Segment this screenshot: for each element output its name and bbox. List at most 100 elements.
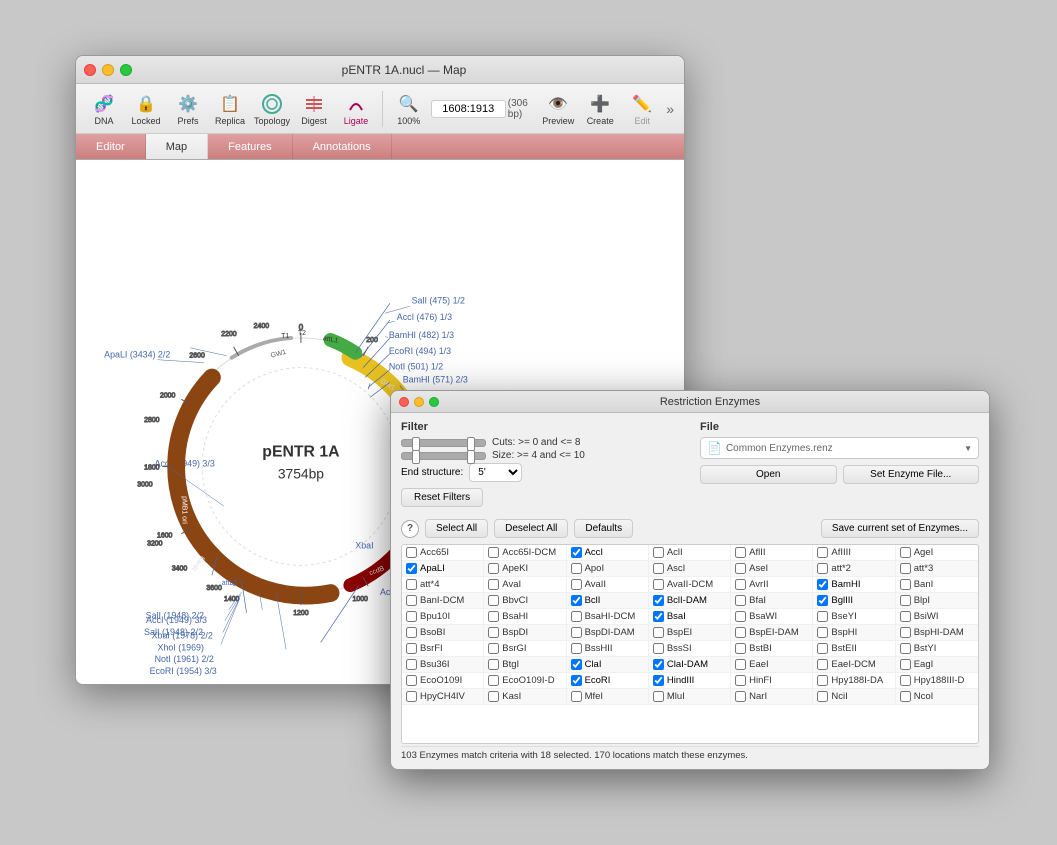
create-button[interactable]: ➕ Create — [580, 90, 620, 128]
enzyme-checkbox-BanI[interactable] — [900, 579, 911, 590]
enzyme-checkbox-MluI[interactable] — [653, 691, 664, 702]
enzyme-checkbox-BsaI[interactable] — [653, 611, 664, 622]
digest-button[interactable]: Digest — [294, 90, 334, 128]
enzyme-checkbox-EaeI-DCM[interactable] — [817, 659, 828, 670]
enzyme-checkbox-ApaLI[interactable] — [406, 563, 417, 574]
enzyme-checkbox-EaeI[interactable] — [735, 659, 746, 670]
enzyme-checkbox-att*3[interactable] — [900, 563, 911, 574]
enzyme-checkbox-att*4[interactable] — [406, 579, 417, 590]
enzyme-checkbox-Hpy188III-D[interactable] — [900, 675, 911, 686]
tab-features[interactable]: Features — [208, 134, 292, 159]
enzyme-checkbox-AvaII-DCM[interactable] — [653, 579, 664, 590]
size-slider[interactable] — [401, 452, 486, 460]
enzyme-checkbox-BsoBI[interactable] — [406, 627, 417, 638]
tab-annotations[interactable]: Annotations — [293, 134, 392, 159]
enzyme-checkbox-AvaII[interactable] — [571, 579, 582, 590]
enzyme-checkbox-BssHII[interactable] — [571, 643, 582, 654]
enzyme-checkbox-NciI[interactable] — [817, 691, 828, 702]
defaults-button[interactable]: Defaults — [574, 519, 633, 538]
enzyme-checkbox-BspHI-DAM[interactable] — [900, 627, 911, 638]
enzyme-checkbox-BstYI[interactable] — [900, 643, 911, 654]
save-set-button[interactable]: Save current set of Enzymes... — [821, 519, 979, 538]
enzyme-checkbox-BglIII[interactable] — [817, 595, 828, 606]
enzyme-checkbox-BclI-DAM[interactable] — [653, 595, 664, 606]
toolbar-overflow[interactable]: » — [664, 99, 676, 119]
replica-button[interactable]: 📋 Replica — [210, 90, 250, 128]
enzyme-checkbox-EcoRI[interactable] — [571, 675, 582, 686]
end-structure-select[interactable]: 5' 3' Blunt — [469, 463, 522, 482]
prefs-button[interactable]: ⚙️ Prefs — [168, 90, 208, 128]
enzyme-checkbox-AscI[interactable] — [653, 563, 664, 574]
enzyme-checkbox-AseI[interactable] — [735, 563, 746, 574]
enzyme-checkbox-AfIIII[interactable] — [817, 547, 828, 558]
enzyme-checkbox-HindIII[interactable] — [653, 675, 664, 686]
tab-map[interactable]: Map — [146, 134, 208, 159]
deselect-all-button[interactable]: Deselect All — [494, 519, 568, 538]
enzyme-checkbox-AvrII[interactable] — [735, 579, 746, 590]
enzyme-checkbox-BsaHI-DCM[interactable] — [571, 611, 582, 622]
enzyme-checkbox-HpyCH4IV[interactable] — [406, 691, 417, 702]
enzyme-checkbox-BstBI[interactable] — [735, 643, 746, 654]
enzyme-checkbox-HinFI[interactable] — [735, 675, 746, 686]
enzyme-checkbox-BspDI-DAM[interactable] — [571, 627, 582, 638]
set-enzyme-file-button[interactable]: Set Enzyme File... — [843, 465, 980, 484]
locked-button[interactable]: 🔒 Locked — [126, 90, 166, 128]
enzyme-checkbox-BlpI[interactable] — [900, 595, 911, 606]
enzyme-checkbox-AgeI[interactable] — [900, 547, 911, 558]
enzyme-checkbox-BclI[interactable] — [571, 595, 582, 606]
renz-close-button[interactable] — [399, 397, 409, 407]
enzyme-checkbox-Hpy188I-DA[interactable] — [817, 675, 828, 686]
enzyme-file-dropdown[interactable]: 📄 Common Enzymes.renz ▼ — [700, 437, 979, 459]
close-button[interactable] — [84, 64, 96, 76]
maximize-button[interactable] — [120, 64, 132, 76]
enzyme-checkbox-BsaWI[interactable] — [735, 611, 746, 622]
enzyme-checkbox-BspEI-DAM[interactable] — [735, 627, 746, 638]
enzyme-checkbox-NarI[interactable] — [735, 691, 746, 702]
enzyme-checkbox-AclI[interactable] — [653, 547, 664, 558]
renz-minimize-button[interactable] — [414, 397, 424, 407]
preview-button[interactable]: 👁️ Preview — [538, 90, 578, 128]
enzyme-checkbox-BseYI[interactable] — [817, 611, 828, 622]
size-slider-left-thumb[interactable] — [412, 450, 420, 464]
cuts-slider-left-thumb[interactable] — [412, 437, 420, 451]
enzyme-checkbox-BsaHI[interactable] — [488, 611, 499, 622]
enzyme-checkbox-AflII[interactable] — [735, 547, 746, 558]
minimize-button[interactable] — [102, 64, 114, 76]
open-button[interactable]: Open — [700, 465, 837, 484]
size-slider-right-thumb[interactable] — [467, 450, 475, 464]
renz-maximize-button[interactable] — [429, 397, 439, 407]
enzyme-checkbox-Acc65I-DCM[interactable] — [488, 547, 499, 558]
enzyme-checkbox-BfaI[interactable] — [735, 595, 746, 606]
enzyme-checkbox-MfeI[interactable] — [571, 691, 582, 702]
enzyme-checkbox-AccI[interactable] — [571, 547, 582, 558]
tab-editor[interactable]: Editor — [76, 134, 146, 159]
enzyme-checkbox-BsrFI[interactable] — [406, 643, 417, 654]
enzyme-checkbox-BspEI[interactable] — [653, 627, 664, 638]
select-all-button[interactable]: Select All — [425, 519, 488, 538]
enzyme-checkbox-BanI-DCM[interactable] — [406, 595, 417, 606]
enzyme-checkbox-Acc65I[interactable] — [406, 547, 417, 558]
cuts-slider-right-thumb[interactable] — [467, 437, 475, 451]
enzyme-checkbox-BsiWI[interactable] — [900, 611, 911, 622]
enzyme-checkbox-BspHI[interactable] — [817, 627, 828, 638]
cuts-slider-track[interactable] — [401, 439, 486, 447]
help-button[interactable]: ? — [401, 520, 419, 538]
enzyme-checkbox-ClaI[interactable] — [571, 659, 582, 670]
enzyme-checkbox-BspDI[interactable] — [488, 627, 499, 638]
size-slider-track[interactable] — [401, 452, 486, 460]
enzyme-checkbox-EagI[interactable] — [900, 659, 911, 670]
enzyme-checkbox-AvaI[interactable] — [488, 579, 499, 590]
enzyme-checkbox-NcoI[interactable] — [900, 691, 911, 702]
enzyme-checkbox-BamHI[interactable] — [817, 579, 828, 590]
cuts-slider[interactable] — [401, 439, 486, 447]
edit-button[interactable]: ✏️ Edit — [622, 90, 662, 128]
enzyme-checkbox-EcoO109I-D[interactable] — [488, 675, 499, 686]
enzyme-checkbox-ApoI[interactable] — [571, 563, 582, 574]
ligate-button[interactable]: Ligate — [336, 90, 376, 128]
zoom-button[interactable]: 🔍 100% — [389, 90, 429, 128]
enzyme-checkbox-ApeKI[interactable] — [488, 563, 499, 574]
topology-button[interactable]: Topology — [252, 90, 292, 128]
dna-button[interactable]: 🧬 DNA — [84, 90, 124, 128]
enzyme-checkbox-BtgI[interactable] — [488, 659, 499, 670]
enzyme-checkbox-BssSI[interactable] — [653, 643, 664, 654]
